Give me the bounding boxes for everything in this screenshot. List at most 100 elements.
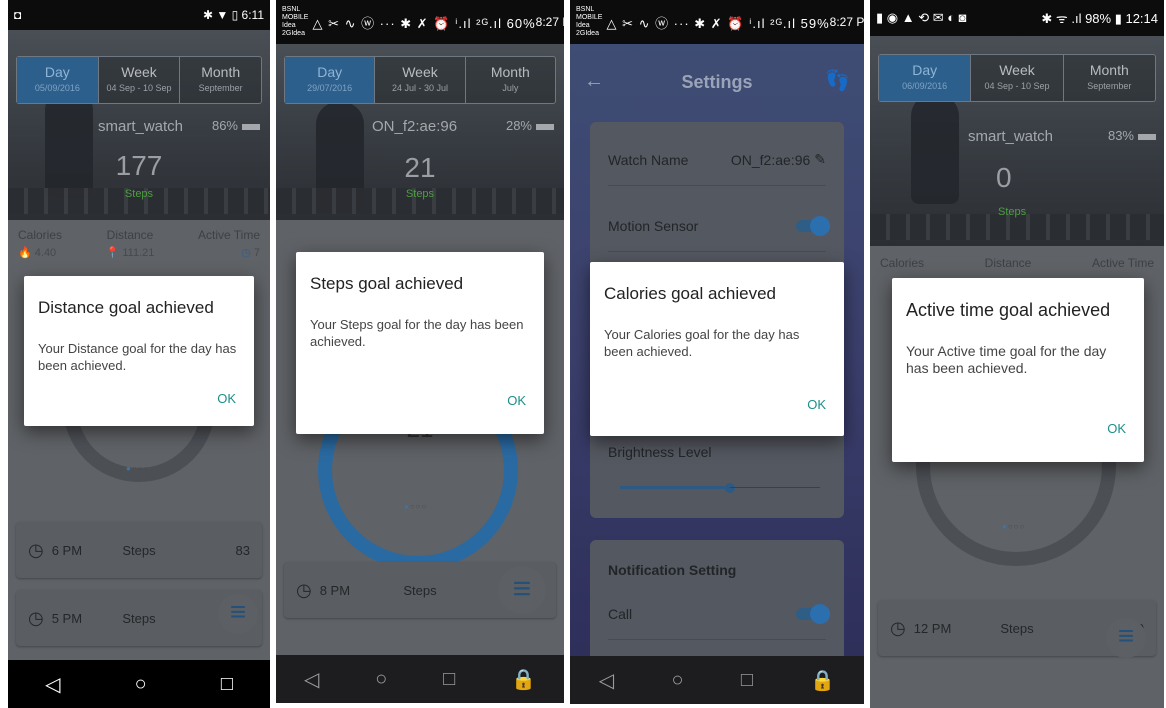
phone-screen-active-time: ▮ ◉ ▲ ⟲ ✉ ◐ ◙ ✱ ᯤ .ıl 98% ▮ 12:14 Day 06/… bbox=[870, 0, 1164, 708]
recents-icon[interactable]: □ bbox=[741, 669, 753, 692]
location-pin-icon: 📍 bbox=[105, 247, 120, 259]
page-indicator: ●○○○ bbox=[126, 464, 150, 473]
back-icon[interactable]: ◁ bbox=[304, 667, 319, 692]
hero-banner: Day 29/07/2016 Week 24 Jul - 30 Jul Month J… bbox=[276, 44, 564, 220]
tab-week[interactable]: Week 24 Jul - 30 Jul bbox=[375, 57, 466, 103]
period-tabs: Day 05/09/2016 Week 04 Sep - 10 Sep Month S… bbox=[16, 56, 262, 104]
nav-bar: ◁ ○ □ 🔒 bbox=[276, 655, 564, 703]
menu-button[interactable]: ≡ bbox=[218, 594, 258, 634]
stat-distance: Distance bbox=[984, 256, 1032, 270]
status-time: 8:27 PM bbox=[535, 15, 564, 29]
call-row: Call bbox=[608, 588, 830, 640]
lock-icon[interactable]: 🔒 bbox=[810, 668, 835, 693]
stat-calories: Calories bbox=[880, 256, 925, 270]
status-bar: BSNL MOBILE Idea 2GIdea △ ✂ ∿ ⓦ ··· ✱ ✗ ⏰… bbox=[570, 0, 864, 44]
battery-level: 83% bbox=[1108, 128, 1156, 143]
dialog-message: Your Distance goal for the day has been … bbox=[38, 341, 237, 373]
brightness-slider[interactable] bbox=[620, 482, 820, 493]
tab-month[interactable]: Month July bbox=[466, 57, 555, 103]
status-icons: △ ✂ ∿ ⓦ ··· ✱ ✗ ⏰ ⁱ.ıl ²ᴳ.ıl 60% bbox=[312, 15, 536, 31]
motion-sensor-row: Motion Sensor bbox=[608, 200, 830, 252]
hero-banner: Day 05/09/2016 Week 04 Sep - 10 Sep Month S… bbox=[8, 30, 270, 220]
footprints-icon[interactable]: 👣 bbox=[825, 68, 850, 93]
tab-month[interactable]: Month September bbox=[180, 57, 261, 103]
hourly-card[interactable]: ◷ 6 PM Steps 83 bbox=[16, 522, 262, 578]
stat-active-time: Active Time bbox=[1091, 256, 1154, 270]
battery-icon bbox=[242, 123, 260, 130]
tab-week[interactable]: Week 04 Sep - 10 Sep bbox=[971, 55, 1064, 101]
status-bar: ◘ ✱ ▼ ▯ 6:11 bbox=[8, 0, 270, 30]
stats-row: Calories 🔥 4.40 Distance 📍 111.21 Active T… bbox=[8, 228, 270, 259]
steps-label: Steps bbox=[405, 188, 435, 200]
tab-month[interactable]: Month September bbox=[1064, 55, 1155, 101]
goal-dialog: Active time goal achieved Your Active ti… bbox=[892, 278, 1144, 462]
home-icon[interactable]: ○ bbox=[135, 673, 147, 696]
status-icons: △ ✂ ∿ ⓦ ··· ✱ ✗ ⏰ ⁱ.ıl ²ᴳ.ıl 59% bbox=[606, 15, 830, 31]
motion-sensor-toggle[interactable] bbox=[796, 215, 830, 236]
hero-banner: Day 06/09/2016 Week 04 Sep - 10 Sep Month S… bbox=[870, 36, 1164, 246]
device-name: ON_f2:ae:96 bbox=[372, 118, 458, 135]
nav-bar: ◁ ○ □ bbox=[8, 660, 270, 708]
steps-label: Steps bbox=[998, 206, 1027, 218]
page-indicator: ●○○○ bbox=[404, 502, 428, 511]
carrier-names: BSNL MOBILE Idea 2GIdea bbox=[576, 6, 603, 37]
lock-icon[interactable]: 🔒 bbox=[511, 667, 536, 692]
dialog-title: Active time goal achieved bbox=[906, 300, 1111, 320]
status-bar: BSNL MOBILE Idea 2GIdea △ ✂ ∿ ⓦ ··· ✱ ✗ ⏰… bbox=[276, 0, 564, 44]
edit-icon[interactable]: ✎ bbox=[814, 151, 826, 168]
menu-button[interactable]: ≡ bbox=[1106, 618, 1146, 658]
status-icons-right: ✱ ▼ ▯ 6:11 bbox=[202, 8, 264, 22]
dialog-title: Distance goal achieved bbox=[38, 298, 214, 317]
status-time: 8:27 PM bbox=[829, 15, 864, 29]
clock-icon: ◷ bbox=[241, 247, 251, 259]
device-name: smart_watch bbox=[968, 128, 1054, 145]
phone-screen-steps: BSNL MOBILE Idea 2GIdea △ ✂ ∿ ⓦ ··· ✱ ✗ ⏰… bbox=[276, 0, 564, 703]
period-tabs: Day 29/07/2016 Week 24 Jul - 30 Jul Month J… bbox=[284, 56, 556, 104]
back-arrow-icon[interactable]: ← bbox=[584, 70, 604, 93]
home-icon[interactable]: ○ bbox=[671, 669, 683, 692]
ok-button[interactable]: OK bbox=[217, 391, 236, 406]
back-icon[interactable]: ◁ bbox=[599, 668, 614, 693]
steps-count: 21 bbox=[404, 152, 436, 183]
stat-distance: Distance 📍 111.21 bbox=[105, 228, 155, 259]
tab-day[interactable]: Day 05/09/2016 bbox=[17, 57, 99, 103]
ok-button[interactable]: OK bbox=[507, 393, 526, 408]
notification-panel: Notification Setting Call bbox=[590, 540, 844, 670]
recents-icon[interactable]: □ bbox=[443, 668, 455, 691]
settings-header: ← Settings 👣 bbox=[570, 44, 864, 116]
goal-dialog: Distance goal achieved Your Distance goa… bbox=[24, 276, 254, 426]
phone-screen-distance: ◘ ✱ ▼ ▯ 6:11 Day 05/09/2016 Week 04 Sep - … bbox=[8, 0, 270, 708]
home-icon[interactable]: ○ bbox=[375, 668, 387, 691]
stats-row: Calories Distance Active Time bbox=[870, 256, 1164, 270]
battery-level: 86% bbox=[212, 118, 260, 133]
battery-icon bbox=[1138, 133, 1156, 140]
battery-level: 28% bbox=[506, 118, 554, 133]
back-icon[interactable]: ◁ bbox=[45, 672, 60, 697]
status-icons-right: ✱ ᯤ .ıl 98% ▮ 12:14 bbox=[1041, 11, 1158, 26]
call-toggle[interactable] bbox=[796, 603, 830, 624]
flame-icon: 🔥 bbox=[18, 247, 32, 259]
dialog-message: Your Calories goal for the day has been … bbox=[604, 327, 800, 359]
steps-label: Steps bbox=[124, 188, 154, 200]
menu-button[interactable]: ≡ bbox=[498, 566, 546, 614]
carrier-names: BSNL MOBILE Idea 2GIdea bbox=[282, 6, 309, 37]
dialog-title: Steps goal achieved bbox=[310, 274, 464, 293]
tab-day[interactable]: Day 29/07/2016 bbox=[285, 57, 376, 103]
period-tabs: Day 06/09/2016 Week 04 Sep - 10 Sep Month S… bbox=[878, 54, 1156, 102]
goal-dialog: Steps goal achieved Your Steps goal for … bbox=[296, 252, 544, 434]
stat-active-time: Active Time ◷ 7 bbox=[197, 228, 260, 259]
tab-day[interactable]: Day 06/09/2016 bbox=[879, 55, 972, 101]
dialog-title: Calories goal achieved bbox=[604, 284, 776, 303]
ok-button[interactable]: OK bbox=[1107, 421, 1126, 436]
recents-icon[interactable]: □ bbox=[221, 673, 233, 696]
ok-button[interactable]: OK bbox=[807, 397, 826, 412]
tab-week[interactable]: Week 04 Sep - 10 Sep bbox=[99, 57, 181, 103]
nav-bar: ◁ ○ □ 🔒 bbox=[570, 656, 864, 704]
dialog-message: Your Active time goal for the day has be… bbox=[906, 343, 1107, 376]
page-title: Settings bbox=[681, 72, 753, 92]
watch-name-row[interactable]: Watch Name ON_f2:ae:96 ✎ bbox=[608, 134, 826, 186]
phone-screen-settings: BSNL MOBILE Idea 2GIdea △ ✂ ∿ ⓦ ··· ✱ ✗ ⏰… bbox=[570, 0, 864, 704]
page-indicator: ●○○○ bbox=[1002, 522, 1026, 531]
goal-dialog: Calories goal achieved Your Calories goa… bbox=[590, 262, 844, 436]
stat-calories: Calories 🔥 4.40 bbox=[18, 228, 63, 259]
